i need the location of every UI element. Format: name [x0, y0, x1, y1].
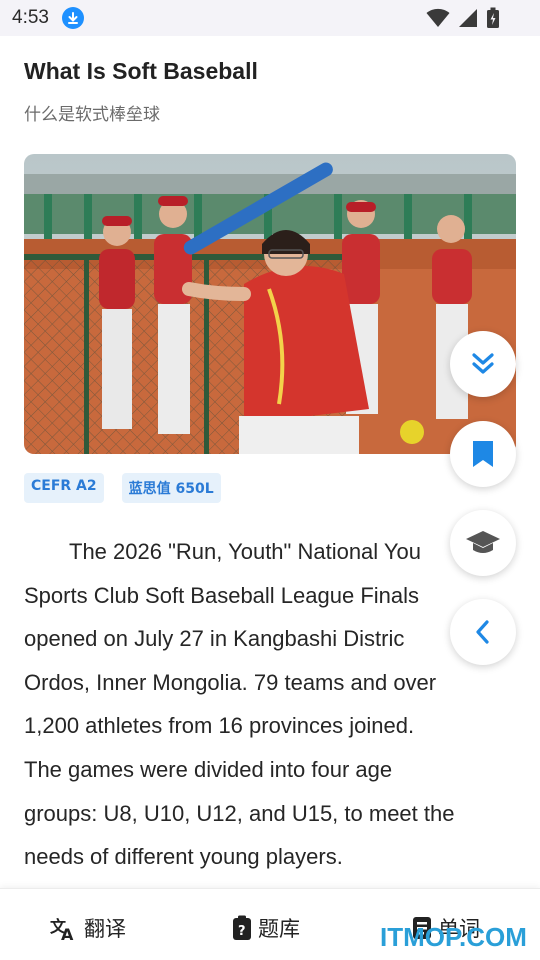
nav-translate-label: 翻译 [84, 917, 126, 941]
back-button[interactable] [450, 599, 516, 665]
wifi-icon [426, 8, 450, 27]
question-bank-icon: ? [233, 915, 251, 940]
bookmark-icon [473, 441, 493, 467]
nav-question-bank-label: 题库 [258, 917, 300, 941]
article-line: 1,200 athletes from 16 provinces joined. [24, 713, 415, 739]
translate-icon: 文A [50, 917, 74, 941]
status-icons [426, 7, 500, 28]
bookmark-button[interactable] [450, 421, 516, 487]
download-icon [62, 7, 84, 29]
svg-text:A: A [61, 925, 74, 941]
nav-question-bank[interactable]: ? 题库 [232, 913, 300, 943]
battery-icon [487, 7, 499, 28]
nav-translate[interactable]: 文A 翻译 [50, 913, 126, 943]
article-line: needs of different young players. [24, 844, 343, 870]
status-time: 4:53 [12, 7, 49, 28]
cefr-badge: CEFR A2 [24, 473, 104, 503]
level-badges: CEFR A2 蓝思值 650L [24, 473, 221, 503]
article-body: The 2026 "Run, Youth" National You Sport… [24, 530, 540, 879]
learn-button[interactable] [450, 510, 516, 576]
article-title: What Is Soft Baseball [24, 58, 258, 84]
scroll-down-button[interactable] [450, 331, 516, 397]
article-line: groups: U8, U10, U12, and U15, to meet t… [24, 800, 455, 826]
watermark: ITMOP.COM [380, 922, 527, 952]
svg-text:?: ? [238, 924, 246, 939]
article-line: Ordos, Inner Mongolia. 79 teams and over [24, 669, 437, 695]
double-chevron-down-icon [472, 353, 494, 374]
article-subtitle: 什么是软式棒垒球 [24, 105, 160, 124]
signal-icon [459, 9, 477, 27]
chevron-left-icon [476, 620, 489, 644]
article-hero-image [24, 154, 516, 454]
status-bar: 4:53 [0, 0, 540, 36]
lexile-badge: 蓝思值 650L [121, 473, 221, 503]
article-line: The games were divided into four age [24, 756, 393, 782]
graduation-cap-icon [466, 531, 500, 553]
